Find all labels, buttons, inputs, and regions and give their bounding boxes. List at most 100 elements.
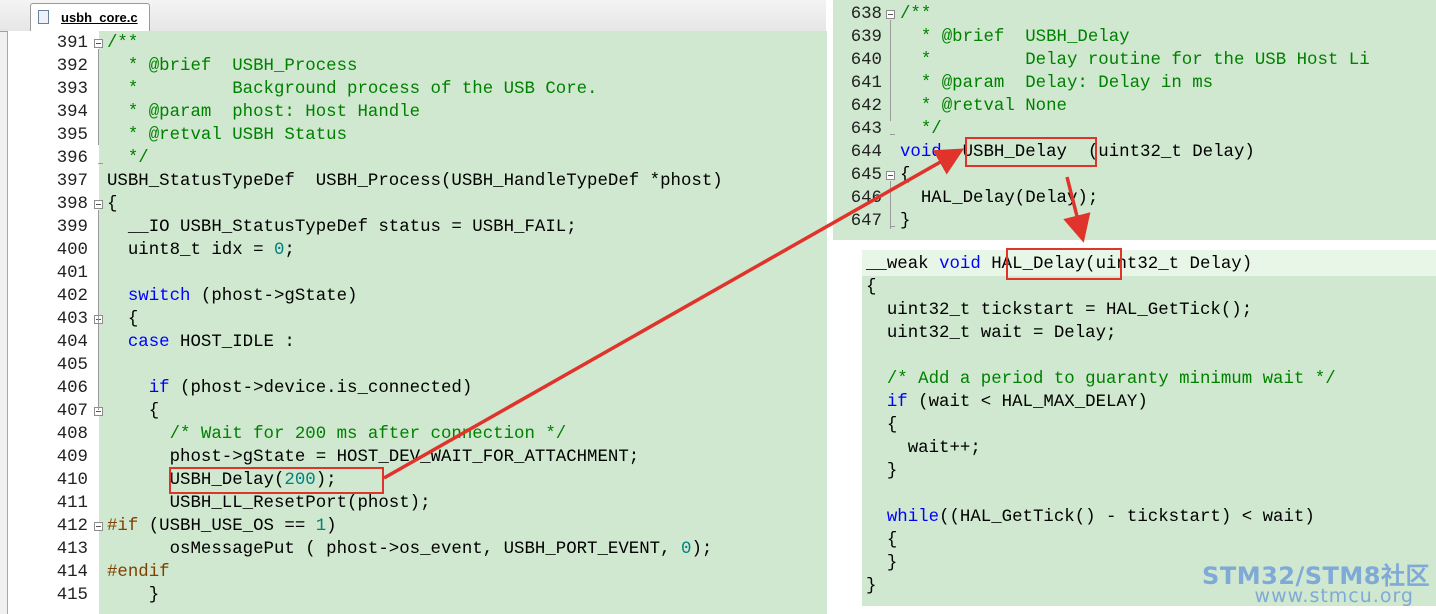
code-line[interactable]: 403 { [8, 308, 827, 331]
code-line[interactable]: 645 { [833, 164, 1436, 187]
code-token: /** [107, 34, 139, 53]
code-token: USBH_StatusTypeDef USBH_Process(USBH_Han… [107, 172, 723, 191]
code-text: { [107, 308, 138, 331]
code-token: ); [691, 540, 713, 559]
code-line[interactable]: 412 #if (USBH_USE_OS == 1) [8, 515, 827, 538]
code-line[interactable]: 414 #endif [8, 561, 827, 584]
line-number: 393 [56, 80, 88, 99]
code-line[interactable]: } [862, 460, 1436, 483]
code-line[interactable]: 411 USBH_LL_ResetPort(phost); [8, 492, 827, 515]
code-line[interactable]: 646 HAL_Delay(Delay); [833, 187, 1436, 210]
code-line[interactable]: /* Add a period to guaranty minimum wait… [862, 368, 1436, 391]
highlight-usbh-delay-definition [965, 137, 1097, 167]
code-text: */ [107, 147, 149, 170]
code-token: } [107, 586, 160, 605]
code-line[interactable]: 406 if (phost->device.is_connected) [8, 377, 827, 400]
code-line[interactable]: 394 * @param phost: Host Handle [8, 101, 827, 124]
code-line[interactable]: { [862, 276, 1436, 299]
fold-guide [890, 181, 891, 229]
code-line[interactable]: { [862, 529, 1436, 552]
code-line[interactable]: 397 USBH_StatusTypeDef USBH_Process(USBH_… [8, 170, 827, 193]
fold-toggle-icon[interactable] [886, 10, 895, 19]
line-number: 645 [850, 166, 882, 185]
code-line[interactable] [862, 345, 1436, 368]
code-line[interactable]: 408 /* Wait for 200 ms after connection … [8, 423, 827, 446]
code-line[interactable]: wait++; [862, 437, 1436, 460]
code-text: switch (phost->gState) [107, 285, 358, 308]
code-line[interactable]: uint32_t tickstart = HAL_GetTick(); [862, 299, 1436, 322]
code-token: (phost->gState) [190, 287, 358, 306]
code-line[interactable]: 415 } [8, 584, 827, 607]
code-token: uint8_t idx = [107, 241, 274, 260]
code-text: phost->gState = HOST_DEV_WAIT_FOR_ATTACH… [107, 446, 640, 469]
code-line[interactable]: if (wait < HAL_MAX_DELAY) [862, 391, 1436, 414]
tab-usbh-core[interactable]: usbh_core.c [30, 3, 150, 31]
code-line[interactable]: 391 /** [8, 32, 827, 55]
line-number: 413 [56, 540, 88, 559]
left-code-area[interactable]: 391/** 392 * @brief USBH_Process 393 * Bac… [7, 31, 827, 614]
code-line[interactable]: 396 */ [8, 147, 827, 170]
code-line[interactable]: 392 * @brief USBH_Process [8, 55, 827, 78]
code-line[interactable]: 410 USBH_Delay(200); [8, 469, 827, 492]
code-line[interactable]: 393 * Background process of the USB Core… [8, 78, 827, 101]
code-token: } [866, 577, 877, 596]
code-text: { [107, 400, 159, 423]
code-text: */ [900, 118, 942, 141]
line-number: 400 [56, 241, 88, 260]
code-line[interactable]: 400 uint8_t idx = 0; [8, 239, 827, 262]
code-text: /** [107, 32, 138, 55]
fold-toggle-icon[interactable] [94, 200, 103, 209]
code-line[interactable]: 407 { [8, 400, 827, 423]
line-number: 643 [850, 120, 882, 139]
code-token: { [107, 310, 139, 329]
code-line[interactable]: 643 */ [833, 118, 1436, 141]
code-line[interactable]: 644 void USBH_Delay (uint32_t Delay) [833, 141, 1436, 164]
code-line[interactable]: 404 case HOST_IDLE : [8, 331, 827, 354]
code-text: /* Add a period to guaranty minimum wait… [866, 368, 1336, 391]
code-text: #if (USBH_USE_OS == 1) [107, 515, 337, 538]
code-line[interactable]: 413 osMessagePut ( phost->os_event, USBH… [8, 538, 827, 561]
code-line[interactable]: 642 * @retval None [833, 95, 1436, 118]
fold-toggle-icon[interactable] [886, 171, 895, 180]
code-text: { [866, 414, 897, 437]
code-line[interactable]: 401 [8, 262, 827, 285]
code-line[interactable]: 638 /** [833, 3, 1436, 26]
code-text: * Background process of the USB Core. [107, 78, 598, 101]
code-line[interactable]: 639 * @brief USBH_Delay [833, 26, 1436, 49]
code-token: osMessagePut ( phost->os_event, USBH_POR… [107, 540, 681, 559]
code-token: 1 [315, 517, 327, 536]
code-text: USBH_LL_ResetPort(phost); [107, 492, 431, 515]
code-line[interactable]: { [862, 414, 1436, 437]
code-line[interactable] [862, 483, 1436, 506]
code-text: if (wait < HAL_MAX_DELAY) [866, 391, 1148, 414]
code-line[interactable]: 405 [8, 354, 827, 377]
code-line[interactable]: 640 * Delay routine for the USB Host Li [833, 49, 1436, 72]
code-token: */ [107, 149, 149, 168]
code-text: } [866, 575, 876, 598]
line-number: 399 [56, 218, 88, 237]
code-line[interactable]: 647} [833, 210, 1436, 233]
fold-toggle-icon[interactable] [94, 39, 103, 48]
code-text: } [107, 584, 159, 607]
code-token: (phost->device.is_connected) [169, 379, 473, 398]
code-line[interactable]: 399 __IO USBH_StatusTypeDef status = USB… [8, 216, 827, 239]
right-top-editor[interactable]: 638/** 639 * @brief USBH_Delay 640 * Delay… [833, 0, 1436, 240]
code-token: phost->gState = HOST_DEV_WAIT_FOR_ATTACH… [107, 448, 640, 467]
code-text: /* Wait for 200 ms after connection */ [107, 423, 567, 446]
code-token: * @retval None [900, 97, 1067, 116]
code-line[interactable]: 398 { [8, 193, 827, 216]
code-line[interactable]: 641 * @param Delay: Delay in ms [833, 72, 1436, 95]
code-line[interactable]: __weak void HAL_Delay(uint32_t Delay) [862, 253, 1436, 276]
fold-toggle-icon[interactable] [94, 522, 103, 531]
code-text: uint32_t wait = Delay; [866, 322, 1117, 345]
code-line[interactable]: 402 switch (phost->gState) [8, 285, 827, 308]
code-line[interactable]: uint32_t wait = Delay; [862, 322, 1436, 345]
right-bottom-editor[interactable]: __weak void HAL_Delay(uint32_t Delay) { u… [862, 250, 1436, 606]
code-line[interactable]: 409 phost->gState = HOST_DEV_WAIT_FOR_AT… [8, 446, 827, 469]
code-token: * @brief USBH_Process [107, 57, 358, 76]
code-text: * @param Delay: Delay in ms [900, 72, 1213, 95]
code-line[interactable]: 395 * @retval USBH Status [8, 124, 827, 147]
code-line[interactable]: while((HAL_GetTick() - tickstart) < wait… [862, 506, 1436, 529]
